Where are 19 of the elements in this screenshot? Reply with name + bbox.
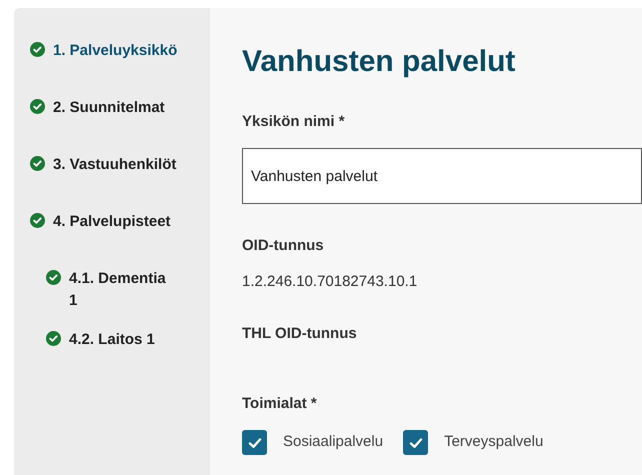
checkbox[interactable] bbox=[403, 430, 428, 455]
field-label: Yksikön nimi * bbox=[242, 112, 346, 132]
checkbox-label: Sosiaalipalvelu bbox=[283, 432, 384, 452]
checkmark-icon bbox=[408, 436, 423, 448]
field-label: THL OID-tunnus bbox=[242, 324, 358, 344]
step-link[interactable]: 4.1. Dementia 1 bbox=[69, 268, 173, 312]
step-link[interactable]: 3. Vastuuhenkilöt bbox=[53, 154, 176, 176]
field-value: 1.2.246.10.70182743.10.1 bbox=[242, 272, 418, 292]
checkbox[interactable] bbox=[242, 430, 267, 455]
field-label: Toimialat * bbox=[242, 394, 318, 414]
step-link[interactable]: 4. Palvelupisteet bbox=[53, 211, 171, 233]
step-link[interactable]: 4.2. Laitos 1 bbox=[69, 329, 173, 351]
input-field[interactable]: Vanhusten palvelut bbox=[242, 148, 642, 204]
checkmark-icon bbox=[248, 436, 262, 448]
checkbox-label: Terveyspalvelu bbox=[444, 432, 544, 452]
field-label: OID-tunnus bbox=[242, 236, 325, 256]
page-title: Vanhusten palvelut bbox=[242, 44, 516, 80]
step-link[interactable]: 2. Suunnitelmat bbox=[53, 97, 165, 119]
step-link[interactable]: 1. Palveluyksikkö bbox=[53, 40, 178, 62]
